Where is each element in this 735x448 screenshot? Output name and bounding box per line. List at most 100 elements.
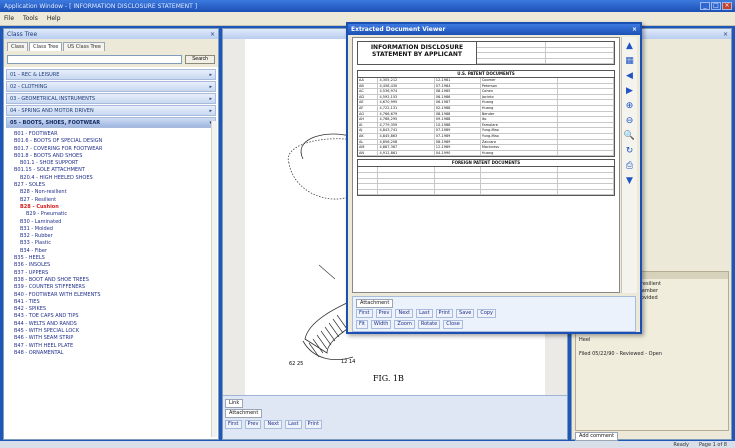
dialog-rotate-button[interactable]: Rotate [417, 320, 441, 329]
prev-button[interactable]: Prev [244, 420, 262, 429]
dialog-print-button[interactable]: Print [435, 309, 454, 318]
chevron-icon[interactable]: ▸ [209, 108, 212, 114]
fit-page-icon[interactable]: ▦ [624, 55, 636, 67]
print-icon[interactable]: ⎙ [624, 160, 636, 172]
table-cell: AL [358, 139, 379, 145]
tree-node[interactable]: B34 - Fiber [8, 248, 214, 255]
chevron-icon[interactable]: ▸ [209, 84, 212, 90]
tree-node[interactable]: B47 - WITH HEEL PLATE [8, 343, 214, 350]
status-page: Page 1 of 8 [698, 441, 727, 448]
tree-node[interactable]: B48 - ORNAMENTAL [8, 350, 214, 357]
table-cell: 09-1988 [435, 117, 481, 122]
tree-node[interactable]: B01.8 - BOOTS AND SHOES [8, 153, 214, 160]
tree-node[interactable]: B01.1 - SHOE SUPPORT [8, 160, 214, 167]
tree-node[interactable]: B41 - TIES [8, 299, 214, 306]
tree-node[interactable]: B45 - WITH SPECIAL LOCK [8, 328, 214, 335]
tab-us-class-tree[interactable]: US Class Tree [63, 42, 105, 51]
table-cell: 12-1989 [435, 145, 481, 150]
table-cell: AF [358, 105, 379, 111]
tab-attachment[interactable]: Attachment [225, 409, 263, 418]
menu-tools[interactable]: Tools [23, 15, 38, 22]
magnify-icon[interactable]: 🔍 [624, 130, 636, 142]
class-group[interactable]: 04 - SPRING AND MOTOR DRIVEN ▸ [6, 105, 216, 116]
dialog-close-button[interactable]: Close [443, 320, 463, 329]
dialog-last-button[interactable]: Last [416, 309, 433, 318]
tree-node[interactable]: B27 - SOLES [8, 182, 214, 189]
table-cell: 07-1984 [435, 83, 481, 89]
tree-node[interactable]: B01 - FOOTWEAR [8, 131, 214, 138]
dialog-attachment-tab[interactable]: Attachment [356, 299, 394, 308]
tree-node[interactable]: B44 - WELTS AND RANDS [8, 321, 214, 328]
tree-node[interactable]: B35 - HEELS [8, 255, 214, 262]
print-button[interactable]: Print [304, 420, 323, 429]
tree-node[interactable]: B01.6 - BOOTS OF SPECIAL DESIGN [8, 138, 214, 145]
tree-node[interactable]: B29 - Pneumatic [8, 211, 214, 218]
tree-node[interactable]: B42 - SPIKES [8, 306, 214, 313]
class-group[interactable]: 01 - REC & LEISURE ▸ [6, 69, 216, 80]
next-page-icon[interactable]: ▶ [624, 85, 636, 97]
chevron-icon[interactable]: ▸ [209, 72, 212, 78]
table-cell: 06-1987 [435, 100, 481, 105]
notes-pane-close-icon[interactable]: × [723, 31, 728, 38]
chevron-icon[interactable]: ▸ [209, 96, 212, 102]
minimize-button[interactable]: _ [700, 2, 710, 10]
class-group[interactable]: 03 - GEOMETRICAL INSTRUMENTS ▸ [6, 93, 216, 104]
maximize-button[interactable]: □ [711, 2, 721, 10]
tree-node[interactable]: B38 - BOOT AND SHOE TREES [8, 277, 214, 284]
class-group[interactable]: 05 - BOOTS, SHOES, FOOTWEAR▾ [6, 117, 216, 128]
dialog-copy-button[interactable]: Copy [477, 309, 497, 318]
menu-help[interactable]: Help [47, 15, 61, 22]
tree-node[interactable]: B01.7 - COVERING FOR FOOTWEAR [8, 146, 214, 153]
first-button[interactable]: First [225, 420, 242, 429]
tree-node[interactable]: B43 - TOE CAPS AND TIPS [8, 313, 214, 320]
dialog-save-button[interactable]: Save [456, 309, 475, 318]
prev-page-icon[interactable]: ◀ [624, 70, 636, 82]
tree-node[interactable]: B40 - FOOTWEAR WITH ELEMENTS [8, 292, 214, 299]
zoom-out-icon[interactable]: ⊖ [624, 115, 636, 127]
dialog-first-button[interactable]: First [356, 309, 373, 318]
next-button[interactable]: Next [264, 420, 283, 429]
tree-node[interactable]: B46 - WITH SEAM STRIP [8, 335, 214, 342]
tree-node[interactable]: B32 - Rubber [8, 233, 214, 240]
last-button[interactable]: Last [285, 420, 302, 429]
search-input[interactable] [7, 54, 182, 64]
tree-node[interactable]: B33 - Plastic [8, 240, 214, 247]
close-button[interactable]: × [722, 2, 732, 10]
table-cell: Huang [481, 105, 558, 111]
zoom-in-icon[interactable]: ⊕ [624, 100, 636, 112]
tab-link[interactable]: Link [225, 399, 244, 408]
tree-node[interactable]: B27 - Resilient [8, 197, 214, 204]
tab-class[interactable]: Class [7, 42, 29, 51]
table-cell: Zaccaro [481, 139, 558, 145]
tree-node[interactable]: B28 - Non-resilient [8, 189, 214, 196]
add-comment-button[interactable]: Add comment [575, 432, 619, 441]
table-cell [558, 117, 614, 122]
table-cell: 4,887,367 [378, 145, 435, 150]
scroll-down-icon[interactable]: ▼ [624, 175, 636, 187]
tree-node[interactable]: B31 - Molded [8, 226, 214, 233]
pane-close-icon[interactable]: × [210, 31, 215, 38]
dialog-zoom-button[interactable]: Zoom [394, 320, 415, 329]
tree-node[interactable]: B01.15 - SOLE ATTACHMENT [8, 167, 214, 174]
dialog-prev-button[interactable]: Prev [375, 309, 393, 318]
tree-node[interactable]: B39 - COUNTER STIFFENERS [8, 284, 214, 291]
tree-node[interactable]: B20.4 - HIGH HEELED SHOES [8, 175, 214, 182]
tree-scrollbar[interactable] [211, 121, 217, 437]
class-group[interactable]: 02 - CLOTHING ▸ [6, 81, 216, 92]
tree-node[interactable]: B36 - INSOLES [8, 262, 214, 269]
table-cell: AK [358, 133, 379, 139]
tab-class-tree[interactable]: Class Tree [29, 42, 63, 51]
tree-node[interactable]: B37 - UPPERS [8, 270, 214, 277]
dialog-close-icon[interactable]: × [632, 26, 637, 33]
table-cell [558, 150, 614, 156]
tree-node[interactable]: B28 - Cushion [8, 204, 214, 211]
menu-file[interactable]: File [4, 15, 14, 22]
search-button[interactable]: Search [185, 54, 215, 64]
dialog-width-button[interactable]: Width [370, 320, 392, 329]
dialog-fit-button[interactable]: Fit [356, 320, 368, 329]
rotate-icon[interactable]: ↻ [624, 145, 636, 157]
dialog-next-button[interactable]: Next [395, 309, 414, 318]
scroll-up-icon[interactable]: ▲ [624, 40, 636, 52]
tree-node[interactable]: B30 - Laminated [8, 219, 214, 226]
viewer-toolbar: ▲ ▦ ◀ ▶ ⊕ ⊖ 🔍 ↻ ⎙ ▼ [621, 37, 637, 293]
